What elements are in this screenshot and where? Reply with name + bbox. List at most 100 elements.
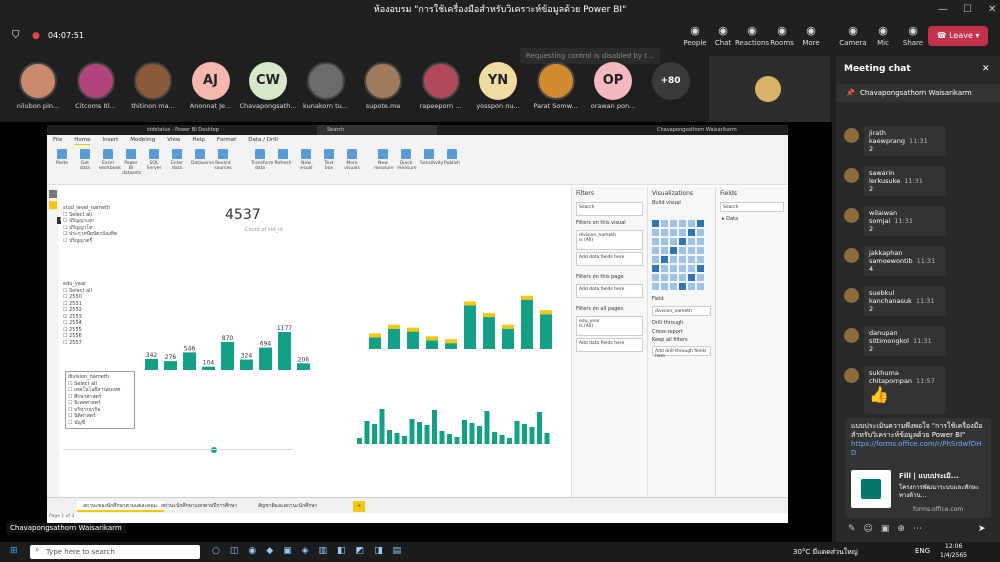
pinned-message[interactable]: 📌 Chavapongsathorn Waisarikarm — [836, 84, 1000, 102]
minimize-icon[interactable]: — — [938, 0, 948, 20]
slicer-item[interactable]: ☐ บัญชี — [68, 420, 132, 427]
visual-type-icon[interactable] — [661, 238, 668, 245]
share-button[interactable]: ◉ Share — [896, 24, 930, 47]
fields-search[interactable]: Search — [720, 202, 784, 212]
ribbon-tab[interactable]: Help — [192, 135, 205, 145]
bar[interactable] — [240, 359, 253, 370]
stacked-bar[interactable] — [445, 343, 457, 349]
filter-year[interactable]: edu_year is (All) — [576, 316, 643, 336]
column-bar[interactable] — [484, 411, 490, 444]
visual-type-icon[interactable] — [679, 229, 686, 236]
column-bar[interactable] — [379, 409, 385, 444]
visual-type-icon[interactable] — [679, 256, 686, 263]
column-bar[interactable] — [417, 422, 422, 444]
visual-type-icon[interactable] — [670, 229, 677, 236]
visual-type-icon[interactable] — [679, 274, 686, 281]
visual-type-icon[interactable] — [688, 247, 695, 254]
visual-type-icon[interactable] — [697, 256, 704, 263]
bar[interactable] — [164, 361, 177, 370]
forms-card[interactable]: แบบประเมินความพึงพอใจ "การใช้เครื่องมือส… — [845, 418, 991, 518]
pbi-search[interactable]: Search — [317, 125, 437, 135]
visual-type-icon[interactable] — [697, 274, 704, 281]
bar[interactable] — [278, 332, 291, 370]
visual-type-icon[interactable] — [688, 274, 695, 281]
visual-type-icon[interactable] — [679, 265, 686, 272]
column-bar[interactable] — [514, 421, 520, 444]
visual-type-icon[interactable] — [688, 238, 695, 245]
data-view-icon[interactable] — [49, 201, 57, 209]
visual-type-icon[interactable] — [670, 265, 677, 272]
column-bar[interactable] — [454, 437, 460, 444]
add-page-button[interactable]: + — [353, 501, 366, 512]
close-chat-icon[interactable]: ✕ — [982, 64, 990, 74]
visual-type-icon[interactable] — [652, 247, 659, 254]
bar-chart-division[interactable]: 342 276 546 104 870 324 694 1177 206 — [141, 322, 321, 377]
stacked-bar[interactable] — [407, 331, 419, 349]
camera-button[interactable]: ◉ Camera — [836, 24, 870, 47]
ribbon-button[interactable]: Transform data — [251, 149, 273, 171]
page-tab-1[interactable]: สถานะของนักศึกษาตามแต่ละคณะ — [77, 501, 164, 512]
column-bar[interactable] — [462, 420, 467, 444]
bar[interactable] — [259, 347, 272, 370]
compose-tools[interactable]: ✎☺▣⊕⋯ — [848, 524, 930, 534]
slicer-item[interactable]: ☐ ปริญญาตรี — [63, 238, 117, 245]
windows-start-icon[interactable]: ⊞ — [10, 546, 18, 556]
visual-type-icon[interactable] — [661, 265, 668, 272]
stacked-bar[interactable] — [502, 328, 514, 349]
column-bar[interactable] — [357, 438, 362, 444]
participant-avatar[interactable] — [364, 62, 402, 100]
visual-type-icon[interactable] — [697, 265, 704, 272]
ribbon-button[interactable]: More visuals — [343, 149, 361, 171]
add-fields-visual[interactable]: Add data fields here — [576, 252, 643, 266]
participant-avatar[interactable] — [536, 62, 575, 100]
visual-type-icon[interactable] — [697, 220, 704, 227]
visual-type-icon[interactable] — [652, 238, 659, 245]
visual-type-icon[interactable] — [688, 220, 695, 227]
filter-division[interactable]: division_nameth is (All) — [576, 230, 643, 250]
report-view-icon[interactable] — [49, 190, 57, 198]
stacked-bar-top[interactable] — [521, 295, 533, 300]
visual-type-icon[interactable] — [679, 238, 686, 245]
ribbon-button[interactable]: Sensitivity — [420, 149, 443, 166]
ribbon-tab[interactable]: Modeling — [130, 135, 155, 145]
participant-avatar[interactable]: OP — [594, 62, 632, 100]
column-bar[interactable] — [387, 430, 392, 444]
column-bar[interactable] — [537, 412, 542, 444]
ribbon-button[interactable]: Excel workbook — [99, 149, 121, 171]
ribbon-button[interactable]: Dataverse — [191, 149, 214, 166]
participant-avatar[interactable] — [76, 62, 115, 100]
ribbon-button[interactable]: Power BI datasets — [122, 149, 141, 176]
participant-avatar[interactable] — [421, 62, 460, 100]
ribbon-tab[interactable]: Format — [217, 135, 236, 145]
stacked-bar-top[interactable] — [407, 327, 419, 332]
visual-type-icon[interactable] — [661, 274, 668, 281]
stacked-bar-top[interactable] — [502, 324, 514, 329]
column-bar[interactable] — [499, 435, 505, 444]
visual-type-icon[interactable] — [688, 283, 695, 290]
ribbon-tab[interactable]: Home — [74, 135, 91, 145]
stacked-bar-top[interactable] — [426, 336, 438, 341]
column-bar[interactable] — [394, 433, 400, 444]
participant-avatar[interactable] — [19, 62, 57, 100]
page-tab-3[interactable]: สัญชาติและสถานะนักศึกษา — [252, 501, 323, 512]
column-bar[interactable] — [439, 431, 445, 444]
visual-type-icon[interactable] — [652, 229, 659, 236]
bar[interactable] — [221, 341, 234, 370]
visual-type-icon[interactable] — [697, 238, 704, 245]
column-bar[interactable] — [432, 410, 437, 444]
ribbon-button[interactable]: Refresh — [274, 149, 292, 166]
visual-type-icon[interactable] — [670, 220, 677, 227]
visual-type-icon[interactable] — [679, 283, 686, 290]
visual-type-icon[interactable] — [670, 283, 677, 290]
stacked-bar-top[interactable] — [445, 339, 457, 344]
add-drill-fields[interactable]: Add drill-through fields here — [652, 346, 711, 359]
ribbon-button[interactable]: SQL Server — [145, 149, 163, 171]
column-bar[interactable] — [424, 425, 430, 444]
keep-filters-toggle[interactable]: Keep all filters — [648, 336, 715, 344]
visual-type-icon[interactable] — [652, 265, 659, 272]
ribbon-tab[interactable]: File — [53, 135, 62, 145]
column-bar[interactable] — [544, 433, 550, 444]
slicer-item[interactable]: ☐ 2557 — [63, 340, 92, 347]
column-bar[interactable] — [469, 423, 475, 444]
column-bar[interactable] — [402, 436, 407, 444]
